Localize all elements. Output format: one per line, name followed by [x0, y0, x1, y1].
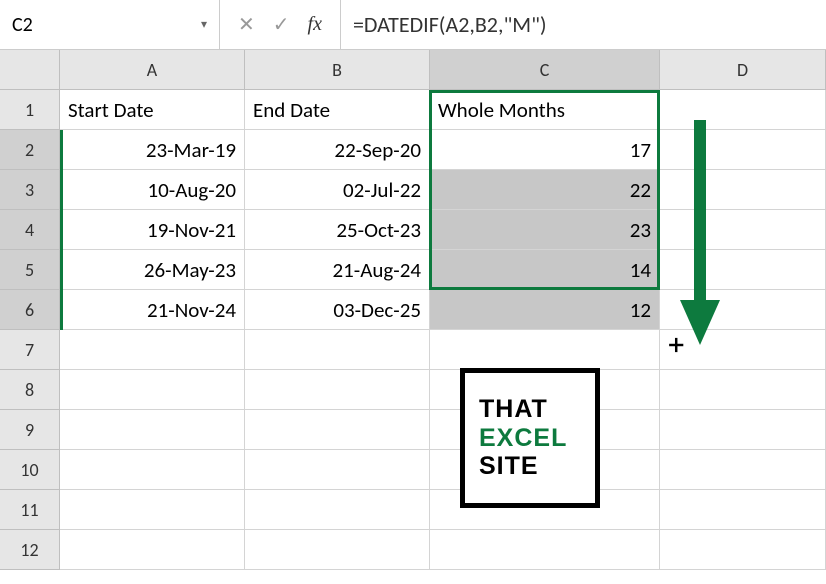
cell-c6[interactable]: 12 — [430, 290, 660, 330]
row-header-6[interactable]: 6 — [0, 290, 60, 330]
cell-a11[interactable] — [60, 490, 245, 530]
confirm-icon[interactable]: ✓ — [273, 12, 290, 37]
cell-d8[interactable] — [660, 370, 826, 410]
logo-line2: EXCEL — [479, 424, 595, 453]
cell-c7[interactable] — [430, 330, 660, 370]
cell-b7[interactable] — [245, 330, 430, 370]
cell-a8[interactable] — [60, 370, 245, 410]
cell-a7[interactable] — [60, 330, 245, 370]
cell-c12[interactable] — [430, 530, 660, 570]
arrow-down-icon — [680, 120, 720, 350]
cell-b10[interactable] — [245, 450, 430, 490]
logo-that-excel-site: THAT EXCEL SITE — [460, 368, 600, 508]
cell-c3[interactable]: 22 — [430, 170, 660, 210]
cell-c4[interactable]: 23 — [430, 210, 660, 250]
col-header-c[interactable]: C — [430, 50, 660, 90]
row-header-11[interactable]: 11 — [0, 490, 60, 530]
name-box[interactable]: C2 ▾ — [0, 0, 220, 49]
cell-b9[interactable] — [245, 410, 430, 450]
cell-b1[interactable]: End Date — [245, 90, 430, 130]
cell-d9[interactable] — [660, 410, 826, 450]
cell-b4[interactable]: 25-Oct-23 — [245, 210, 430, 250]
row-header-4[interactable]: 4 — [0, 210, 60, 250]
cell-b11[interactable] — [245, 490, 430, 530]
cell-a9[interactable] — [60, 410, 245, 450]
cell-d10[interactable] — [660, 450, 826, 490]
cell-c2[interactable]: 17 — [430, 130, 660, 170]
cell-d11[interactable] — [660, 490, 826, 530]
logo-line1: THAT — [479, 395, 595, 424]
cell-a10[interactable] — [60, 450, 245, 490]
cell-b12[interactable] — [245, 530, 430, 570]
cell-b8[interactable] — [245, 370, 430, 410]
formula-bar: C2 ▾ ✕ ✓ fx =DATEDIF(A2,B2,"M") — [0, 0, 826, 50]
cell-d12[interactable] — [660, 530, 826, 570]
formula-input[interactable]: =DATEDIF(A2,B2,"M") — [341, 11, 826, 38]
cell-a6[interactable]: 21-Nov-24 — [60, 290, 245, 330]
chevron-down-icon[interactable]: ▾ — [201, 17, 207, 32]
cell-a4[interactable]: 19-Nov-21 — [60, 210, 245, 250]
formula-controls: ✕ ✓ fx — [220, 0, 341, 49]
cell-a2[interactable]: 23-Mar-19 — [60, 130, 245, 170]
cell-b2[interactable]: 22-Sep-20 — [245, 130, 430, 170]
row-header-5[interactable]: 5 — [0, 250, 60, 290]
row-header-9[interactable]: 9 — [0, 410, 60, 450]
cell-b6[interactable]: 03-Dec-25 — [245, 290, 430, 330]
fx-icon[interactable]: fx — [308, 13, 322, 36]
row-header-2[interactable]: 2 — [0, 130, 60, 170]
row-header-12[interactable]: 12 — [0, 530, 60, 570]
col-header-a[interactable]: A — [60, 50, 245, 90]
name-box-value: C2 — [12, 13, 33, 37]
col-header-b[interactable]: B — [245, 50, 430, 90]
select-all-corner[interactable] — [0, 50, 60, 90]
cell-a1[interactable]: Start Date — [60, 90, 245, 130]
row-selection-indicator — [60, 130, 63, 330]
fill-handle-cursor-icon[interactable]: ✚ — [667, 332, 685, 359]
cancel-icon[interactable]: ✕ — [238, 12, 255, 37]
cell-c5[interactable]: 14 — [430, 250, 660, 290]
row-header-8[interactable]: 8 — [0, 370, 60, 410]
cell-b3[interactable]: 02-Jul-22 — [245, 170, 430, 210]
cell-a12[interactable] — [60, 530, 245, 570]
row-header-1[interactable]: 1 — [0, 90, 60, 130]
cell-a3[interactable]: 10-Aug-20 — [60, 170, 245, 210]
col-header-d[interactable]: D — [660, 50, 826, 90]
cell-b5[interactable]: 21-Aug-24 — [245, 250, 430, 290]
cell-a5[interactable]: 26-May-23 — [60, 250, 245, 290]
row-header-3[interactable]: 3 — [0, 170, 60, 210]
cell-c1[interactable]: Whole Months — [430, 90, 660, 130]
row-header-10[interactable]: 10 — [0, 450, 60, 490]
logo-line3: SITE — [479, 452, 595, 481]
row-header-7[interactable]: 7 — [0, 330, 60, 370]
